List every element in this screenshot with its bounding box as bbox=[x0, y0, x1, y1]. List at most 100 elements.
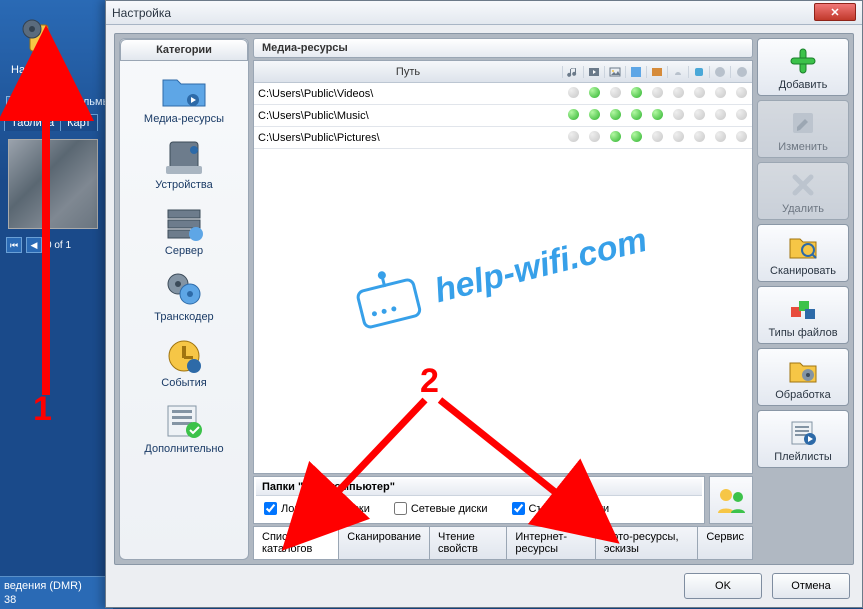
status-dot-green[interactable] bbox=[626, 131, 647, 145]
playlists-button[interactable]: Плейлисты bbox=[757, 410, 849, 468]
category-events[interactable]: События bbox=[122, 331, 246, 397]
folders-title: Папки "Мой компьютер" bbox=[256, 479, 702, 496]
status-dot-grey[interactable] bbox=[689, 131, 710, 145]
status-dot-grey[interactable] bbox=[731, 109, 752, 123]
tab-photo[interactable]: Фото-ресурсы, эскизы bbox=[596, 527, 698, 559]
col-type8-icon[interactable] bbox=[710, 66, 731, 78]
status-dot-grey[interactable] bbox=[668, 109, 689, 123]
status-dot-green[interactable] bbox=[563, 109, 584, 123]
status-dot-grey[interactable] bbox=[689, 87, 710, 101]
bg-tabs: Таблица Карт bbox=[0, 114, 113, 131]
checkbox-network-input[interactable] bbox=[394, 502, 407, 515]
tab-list[interactable]: Список каталогов bbox=[254, 527, 339, 559]
transcoder-icon bbox=[160, 269, 208, 309]
category-advanced[interactable]: Дополнительно bbox=[122, 397, 246, 463]
col-music-icon[interactable] bbox=[563, 66, 584, 78]
scan-icon bbox=[785, 231, 821, 263]
status-dot-grey[interactable] bbox=[647, 87, 668, 101]
router-icon bbox=[355, 277, 423, 330]
status-dot-grey[interactable] bbox=[731, 131, 752, 145]
col-type4-icon[interactable] bbox=[626, 66, 647, 78]
col-type9-icon[interactable] bbox=[731, 66, 752, 78]
column-path[interactable]: Путь bbox=[254, 66, 563, 78]
col-photo-icon[interactable] bbox=[605, 66, 626, 78]
status-dot-grey[interactable] bbox=[563, 87, 584, 101]
tab-internet[interactable]: Интернет-ресурсы bbox=[507, 527, 596, 559]
category-transcoder[interactable]: Транскодер bbox=[122, 265, 246, 331]
category-devices[interactable]: Устройства bbox=[122, 133, 246, 199]
menu-films[interactable]: [Фильмы bbox=[65, 96, 110, 108]
tab-service[interactable]: Сервис bbox=[698, 527, 752, 559]
cell-path: C:\Users\Public\Music\ bbox=[254, 110, 563, 122]
tab-scan[interactable]: Сканирование bbox=[339, 527, 430, 559]
categories-panel: Категории Медиа-ресурсы Устройства Серве… bbox=[119, 38, 249, 560]
tab-table[interactable]: Таблица bbox=[4, 114, 61, 131]
status-dot-green[interactable] bbox=[626, 87, 647, 101]
checkbox-network[interactable]: Сетевые диски bbox=[394, 502, 488, 515]
cancel-button[interactable]: Отмена bbox=[772, 573, 850, 599]
status-dot-grey[interactable] bbox=[563, 131, 584, 145]
playlists-icon bbox=[785, 417, 821, 449]
thumbnail[interactable] bbox=[8, 139, 98, 229]
status-dot-green[interactable] bbox=[626, 109, 647, 123]
category-server[interactable]: Сервер bbox=[122, 199, 246, 265]
events-icon bbox=[160, 335, 208, 375]
pager-first-icon[interactable]: ⏮ bbox=[6, 237, 22, 253]
status-dot-grey[interactable] bbox=[710, 131, 731, 145]
table-row[interactable]: C:\Users\Public\Pictures\ bbox=[254, 127, 752, 149]
settings-button[interactable]: Настройки bbox=[8, 8, 68, 82]
category-media[interactable]: Медиа-ресурсы bbox=[122, 67, 246, 133]
window-body: Категории Медиа-ресурсы Устройства Серве… bbox=[114, 33, 854, 565]
scan-button[interactable]: Сканировать bbox=[757, 224, 849, 282]
status-dot-grey[interactable] bbox=[605, 87, 626, 101]
status-bar: ведения (DMR) 38 bbox=[0, 576, 113, 609]
table-row[interactable]: C:\Users\Public\Music\ bbox=[254, 105, 752, 127]
status-dot-grey[interactable] bbox=[710, 87, 731, 101]
checkbox-removable-input[interactable] bbox=[512, 502, 525, 515]
status-dot-green[interactable] bbox=[647, 109, 668, 123]
status-dot-grey[interactable] bbox=[668, 131, 689, 145]
pager: ⏮ ◀ 0 of 1 bbox=[6, 237, 107, 253]
checkbox-local-input[interactable] bbox=[264, 502, 277, 515]
path-table-header: Путь bbox=[254, 61, 752, 83]
pager-prev-icon[interactable]: ◀ bbox=[26, 237, 42, 253]
pager-text: 0 of 1 bbox=[46, 240, 71, 251]
col-type5-icon[interactable] bbox=[647, 66, 668, 78]
status-dot-grey[interactable] bbox=[668, 87, 689, 101]
bg-menubar: ✓ Список [Фильмы bbox=[0, 94, 113, 110]
status-dot-grey[interactable] bbox=[689, 109, 710, 123]
col-type6-icon[interactable] bbox=[668, 66, 689, 78]
background-app: Настройки ✓ Список [Фильмы Таблица Карт … bbox=[0, 0, 113, 609]
status-dot-green[interactable] bbox=[605, 109, 626, 123]
ok-button[interactable]: OK bbox=[684, 573, 762, 599]
status-dot-grey[interactable] bbox=[647, 131, 668, 145]
section-title: Медиа-ресурсы bbox=[253, 38, 753, 58]
settings-icon bbox=[15, 14, 61, 60]
close-button[interactable]: ✕ bbox=[814, 3, 856, 21]
actions-panel: Добавить Изменить Удалить Сканировать bbox=[757, 38, 849, 560]
status-dot-grey[interactable] bbox=[710, 109, 731, 123]
add-button[interactable]: Добавить bbox=[757, 38, 849, 96]
col-type7-icon[interactable] bbox=[689, 66, 710, 78]
folders-row: Локальные диски Сетевые диски Съемные ди… bbox=[256, 496, 702, 521]
status-dot-green[interactable] bbox=[584, 87, 605, 101]
process-icon bbox=[785, 355, 821, 387]
checkbox-removable[interactable]: Съемные диски bbox=[512, 502, 610, 515]
status-dot-grey[interactable] bbox=[731, 87, 752, 101]
col-video-icon[interactable] bbox=[584, 66, 605, 78]
users-button[interactable] bbox=[709, 476, 753, 524]
footer-buttons: OK Отмена bbox=[684, 573, 850, 599]
tab-props[interactable]: Чтение свойств bbox=[430, 527, 507, 559]
status-dot-green[interactable] bbox=[584, 109, 605, 123]
table-row[interactable]: C:\Users\Public\Videos\ bbox=[254, 83, 752, 105]
titlebar: Настройка ✕ bbox=[106, 1, 862, 25]
filetypes-icon bbox=[785, 293, 821, 325]
tab-card[interactable]: Карт bbox=[60, 114, 97, 131]
process-button[interactable]: Обработка bbox=[757, 348, 849, 406]
status-dot-green[interactable] bbox=[605, 131, 626, 145]
filetypes-button[interactable]: Типы файлов bbox=[757, 286, 849, 344]
close-icon: ✕ bbox=[830, 6, 839, 19]
checkbox-local[interactable]: Локальные диски bbox=[264, 502, 370, 515]
menu-list[interactable]: Список bbox=[21, 96, 58, 108]
status-dot-grey[interactable] bbox=[584, 131, 605, 145]
